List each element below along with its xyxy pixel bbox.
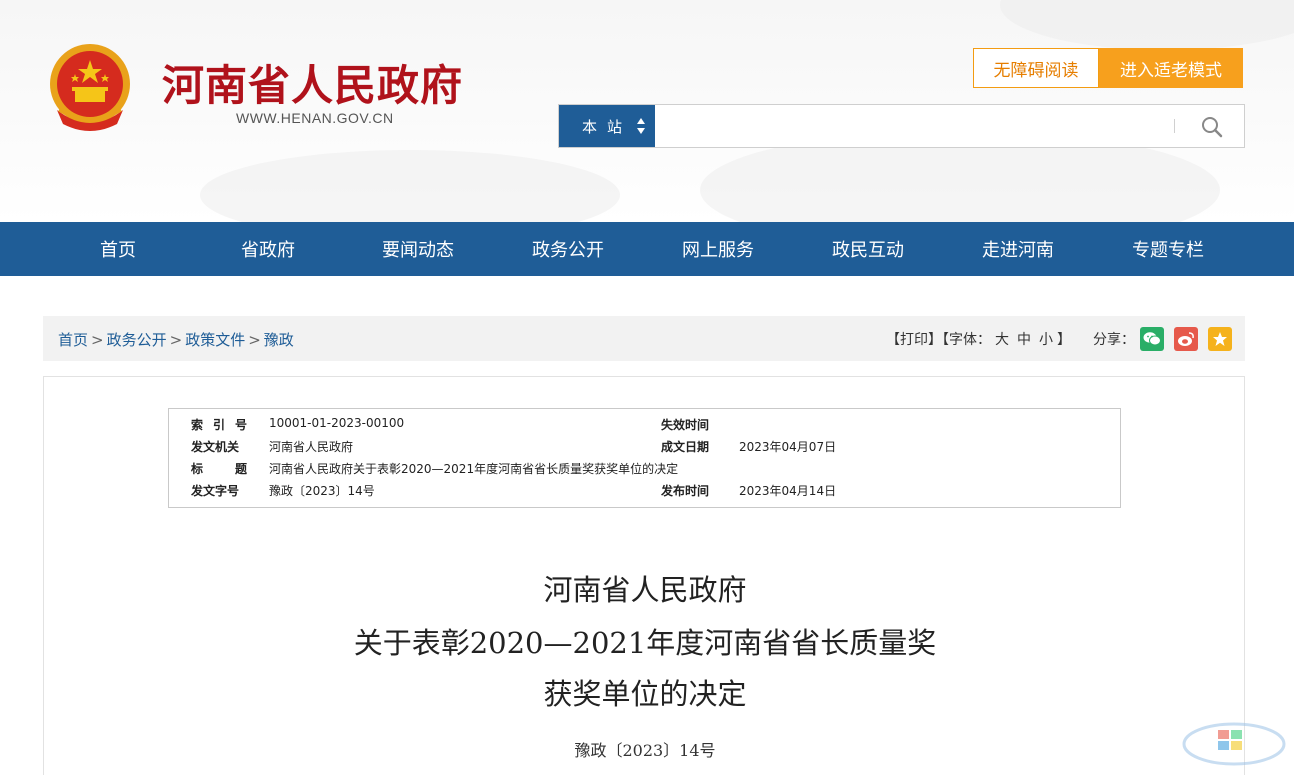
elder-mode-button[interactable]: 进入适老模式 — [1099, 48, 1243, 88]
font-size-prefix: 【字体： — [942, 332, 991, 348]
search-scope-label: 本站 — [581, 117, 632, 136]
issuer-label: 发文机关 — [191, 440, 240, 454]
nav-item-public-affairs[interactable]: 政务公开 — [493, 222, 643, 276]
wechat-glyph — [1143, 332, 1161, 346]
document-metadata-table: 索引号 10001-01-2023-00100 失效时间 发文机关 河南省人民政… — [168, 408, 1121, 508]
background-cloud — [200, 150, 620, 222]
nav-item-news[interactable]: 要闻动态 — [343, 222, 493, 276]
wechat-icon[interactable] — [1140, 327, 1164, 351]
index-label: 索引号 — [191, 418, 247, 432]
breadcrumb-separator: > — [169, 331, 183, 349]
site-title[interactable]: 河南省人民政府 — [162, 52, 463, 113]
published-label: 发布时间 — [661, 484, 710, 498]
docno-label: 发文字号 — [191, 484, 240, 498]
nav-item-home[interactable]: 首页 — [43, 222, 193, 276]
weibo-icon[interactable] — [1174, 327, 1198, 351]
print-button[interactable]: 【打印】 — [886, 332, 942, 348]
article-container: 索引号 10001-01-2023-00100 失效时间 发文机关 河南省人民政… — [43, 376, 1245, 775]
share-label: 分享： — [1093, 332, 1135, 348]
breadcrumb-separator: > — [248, 331, 261, 349]
expire-label: 失效时间 — [661, 418, 710, 432]
page-tools: 【打印】【字体：大中小】 — [886, 329, 1071, 349]
breadcrumb-public-affairs[interactable]: 政务公开 — [107, 331, 167, 349]
star-glyph — [1213, 332, 1227, 346]
nav-item-special-topics[interactable]: 专题专栏 — [1093, 222, 1243, 276]
sort-arrows-icon — [637, 118, 645, 134]
accessibility-reading-button[interactable]: 无障碍阅读 — [973, 48, 1099, 88]
main-nav: 首页 省政府 要闻动态 政务公开 网上服务 政民互动 走进河南 专题专栏 — [0, 222, 1294, 276]
weibo-glyph — [1178, 332, 1194, 346]
breadcrumb-separator: > — [91, 331, 104, 349]
nav-item-government[interactable]: 省政府 — [193, 222, 343, 276]
breadcrumb-yuzheng[interactable]: 豫政 — [264, 331, 294, 349]
article-title-line-1: 河南省人民政府 — [543, 573, 747, 607]
font-large-button[interactable]: 大 — [995, 332, 1009, 348]
published-value: 2023年04月14日 — [739, 484, 837, 498]
article-doc-number: 豫政〔2023〕14号 — [574, 741, 716, 760]
site-url: WWW.HENAN.GOV.CN — [236, 110, 394, 126]
site-header: 河南省人民政府 WWW.HENAN.GOV.CN 无障碍阅读 进入适老模式 本站 — [0, 0, 1294, 222]
nav-item-about-henan[interactable]: 走进河南 — [943, 222, 1093, 276]
star-icon[interactable] — [1208, 327, 1232, 351]
breadcrumb-policy-documents[interactable]: 政策文件 — [185, 331, 245, 349]
title-value: 河南省人民政府关于表彰2020—2021年度河南省省长质量奖获奖单位的决定 — [269, 462, 679, 476]
breadcrumb: 首页 > 政务公开 > 政策文件 > 豫政 — [58, 329, 294, 350]
font-medium-button[interactable]: 中 — [1017, 332, 1031, 348]
breadcrumb-home[interactable]: 首页 — [58, 331, 88, 349]
watermark-logo — [1182, 722, 1286, 766]
created-value: 2023年04月07日 — [739, 440, 837, 454]
search-bar: 本站 — [558, 104, 1245, 148]
docno-value: 豫政〔2023〕14号 — [269, 484, 375, 498]
search-icon[interactable] — [1199, 114, 1225, 140]
created-label: 成文日期 — [661, 440, 710, 454]
font-size-suffix: 】 — [1057, 332, 1071, 348]
nav-item-interaction[interactable]: 政民互动 — [793, 222, 943, 276]
search-scope-select[interactable]: 本站 — [559, 105, 655, 147]
article-title-line-3: 获奖单位的决定 — [543, 677, 747, 711]
title-label: 标题 — [191, 462, 247, 476]
search-input[interactable] — [659, 107, 1129, 145]
article-title-line-2: 关于表彰2020—2021年度河南省省长质量奖 — [353, 626, 937, 660]
font-small-button[interactable]: 小 — [1039, 332, 1053, 348]
search-divider — [1174, 119, 1175, 133]
nav-item-online-services[interactable]: 网上服务 — [643, 222, 793, 276]
background-cloud — [1000, 0, 1294, 50]
issuer-value: 河南省人民政府 — [269, 440, 354, 454]
index-value: 10001-01-2023-00100 — [269, 416, 405, 430]
breadcrumb-bar: 首页 > 政务公开 > 政策文件 > 豫政 【打印】【字体：大中小】 分享： — [43, 316, 1245, 361]
national-emblem-icon[interactable] — [45, 40, 135, 136]
